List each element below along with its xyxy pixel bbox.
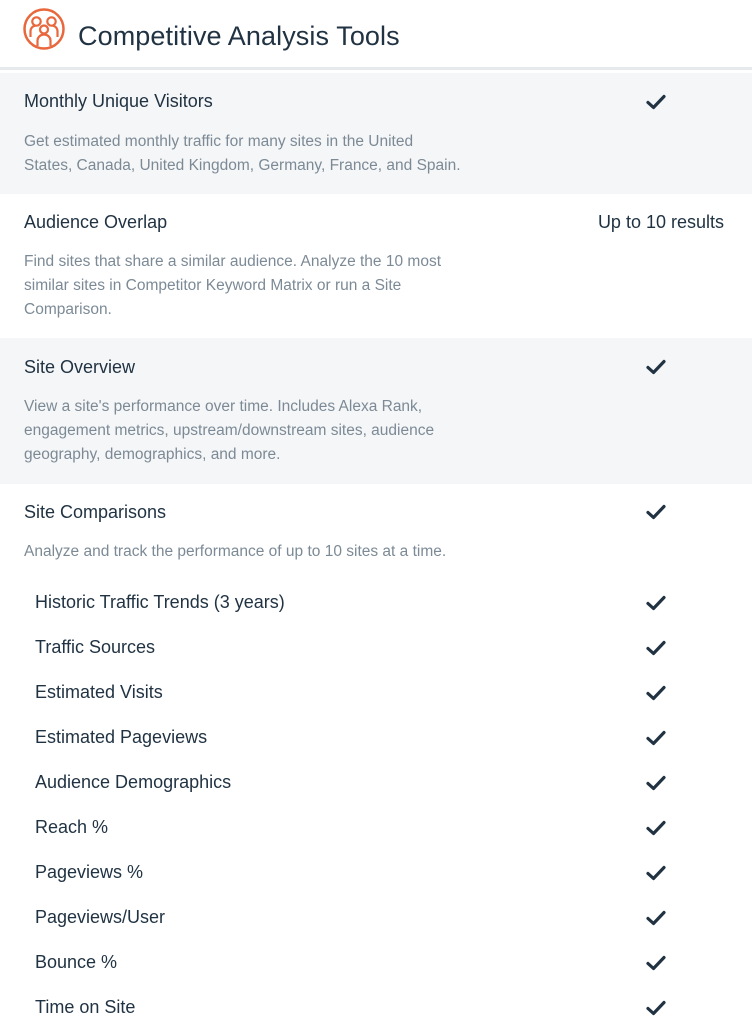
check-icon: [646, 640, 666, 656]
check-icon: [646, 595, 666, 611]
check-icon: [646, 775, 666, 791]
feature-list-item: Estimated Visits: [0, 682, 752, 712]
feature-list-item: Reach %: [0, 817, 752, 847]
people-group-icon: [23, 7, 65, 50]
feature-label: Traffic Sources: [35, 637, 156, 657]
feature-title: Monthly Unique Visitors: [24, 91, 213, 111]
check-icon: [646, 685, 666, 701]
check-icon: [646, 955, 666, 971]
check-icon: [646, 504, 666, 520]
check-icon: [646, 1000, 666, 1016]
feature-label: Time on Site: [35, 997, 136, 1017]
feature-label: Historic Traffic Trends (3 years): [35, 592, 285, 612]
feature-value: Up to 10 results: [597, 212, 724, 232]
check-icon: [646, 820, 666, 836]
feature-title: Audience Overlap: [24, 212, 168, 232]
feature-row-monthly-unique-visitors: Monthly Unique Visitors Get estimated mo…: [0, 73, 752, 194]
feature-title: Site Comparisons: [24, 502, 167, 522]
feature-label: Reach %: [35, 817, 109, 837]
feature-label: Estimated Visits: [35, 682, 163, 702]
feature-label: Audience Demographics: [35, 772, 232, 792]
check-icon: [646, 910, 666, 926]
check-icon: [646, 94, 666, 110]
feature-row-site-comparisons: Site Comparisons Analyze and track the p…: [0, 484, 752, 1030]
feature-label: Pageviews/User: [35, 907, 166, 927]
feature-list-item: Estimated Pageviews: [0, 727, 752, 757]
feature-label: Bounce %: [35, 952, 118, 972]
feature-row-audience-overlap: Audience Overlap Up to 10 results Find s…: [0, 194, 752, 338]
feature-description: View a site's performance over time. Inc…: [24, 398, 435, 463]
feature-label: Estimated Pageviews: [35, 727, 208, 747]
feature-list-item: Audience Demographics: [0, 772, 752, 802]
feature-row-site-overview: Site Overview View a site's performance …: [0, 338, 752, 484]
page-title: Competitive Analysis Tools: [78, 21, 400, 51]
feature-list-item: Bounce %: [0, 952, 752, 982]
feature-description: Analyze and track the performance of up …: [24, 543, 447, 560]
feature-title: Site Overview: [24, 357, 136, 377]
feature-list-item: Pageviews %: [0, 862, 752, 892]
feature-description: Get estimated monthly traffic for many s…: [24, 133, 461, 174]
feature-list-item: Pageviews/User: [0, 907, 752, 937]
page-header: Competitive Analysis Tools: [0, 0, 752, 70]
check-icon: [646, 730, 666, 746]
feature-label: Pageviews %: [35, 862, 144, 882]
feature-list-item: Traffic Sources: [0, 637, 752, 667]
feature-list-item: Time on Site: [0, 997, 752, 1027]
feature-description: Find sites that share a similar audience…: [24, 253, 441, 318]
check-icon: [646, 865, 666, 881]
check-icon: [646, 359, 666, 375]
feature-list-item: Historic Traffic Trends (3 years): [0, 592, 752, 622]
